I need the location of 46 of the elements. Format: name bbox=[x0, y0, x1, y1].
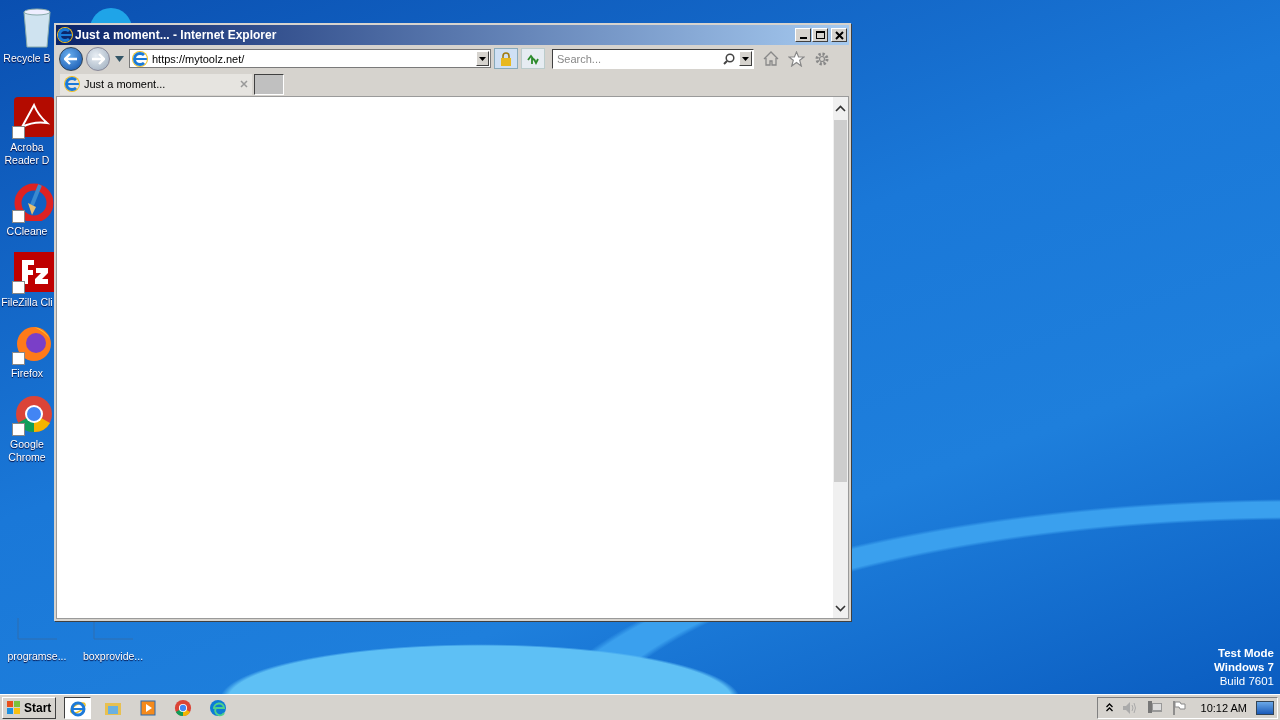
new-tab-button[interactable] bbox=[254, 73, 284, 95]
caret-icon bbox=[479, 56, 486, 61]
url-text: https://mytoolz.net/ bbox=[152, 52, 246, 65]
search-box[interactable]: Search... bbox=[552, 48, 754, 69]
dropdown-button[interactable] bbox=[739, 51, 752, 66]
icon-label[interactable]: Recycle B bbox=[3, 52, 51, 65]
watermark-text: Build 7601 bbox=[1218, 674, 1274, 688]
browser-tab[interactable]: Just a moment... bbox=[60, 73, 252, 95]
icon-label[interactable]: Google Chrome bbox=[8, 438, 46, 464]
flag-icon[interactable] bbox=[1171, 700, 1186, 715]
acrobat-icon[interactable] bbox=[14, 95, 54, 137]
clock[interactable]: 10:12 AM bbox=[1200, 701, 1247, 714]
arrow-icon bbox=[64, 52, 78, 65]
watermark-text: Windows 7 bbox=[1214, 660, 1274, 674]
icon-label[interactable]: CCleane bbox=[6, 225, 48, 238]
back-button[interactable] bbox=[59, 46, 83, 71]
icon-label[interactable]: programse... bbox=[7, 650, 67, 663]
caret-icon[interactable] bbox=[115, 55, 124, 62]
icon-label[interactable]: boxprovide... bbox=[82, 650, 144, 663]
icon-label[interactable]: Acroba Reader D bbox=[4, 141, 50, 167]
icon-label[interactable]: Firefox bbox=[10, 367, 44, 380]
search-icon[interactable] bbox=[723, 52, 735, 65]
show-desktop-button[interactable] bbox=[1256, 700, 1274, 715]
scrollbar[interactable] bbox=[833, 97, 848, 618]
network-icon[interactable] bbox=[1146, 700, 1163, 715]
caret-icon bbox=[742, 56, 749, 61]
recycle-icon[interactable] bbox=[20, 6, 54, 48]
chevron-icon[interactable] bbox=[1105, 703, 1113, 712]
maximize-button[interactable] bbox=[812, 28, 828, 42]
filezilla-icon[interactable] bbox=[14, 250, 54, 292]
ie-icon bbox=[133, 51, 147, 66]
ie-icon bbox=[58, 28, 72, 42]
star-icon[interactable] bbox=[788, 50, 805, 67]
refresh-icon[interactable] bbox=[521, 48, 545, 69]
ie-icon[interactable] bbox=[64, 696, 92, 719]
arrow-icon bbox=[91, 52, 105, 65]
dropdown-button[interactable] bbox=[476, 51, 489, 66]
minimize-button[interactable] bbox=[795, 28, 811, 42]
ie-icon bbox=[65, 77, 79, 91]
logo-icon bbox=[7, 701, 21, 714]
address-bar[interactable]: https://mytoolz.net/ bbox=[129, 49, 491, 68]
watermark-text: Test Mode bbox=[1217, 646, 1274, 660]
close-button[interactable] bbox=[831, 28, 847, 42]
start-button[interactable]: Start bbox=[2, 696, 57, 719]
window-title: Just a moment... - Internet Explorer bbox=[75, 28, 278, 42]
icon-label[interactable]: FileZilla Cli bbox=[1, 296, 53, 309]
